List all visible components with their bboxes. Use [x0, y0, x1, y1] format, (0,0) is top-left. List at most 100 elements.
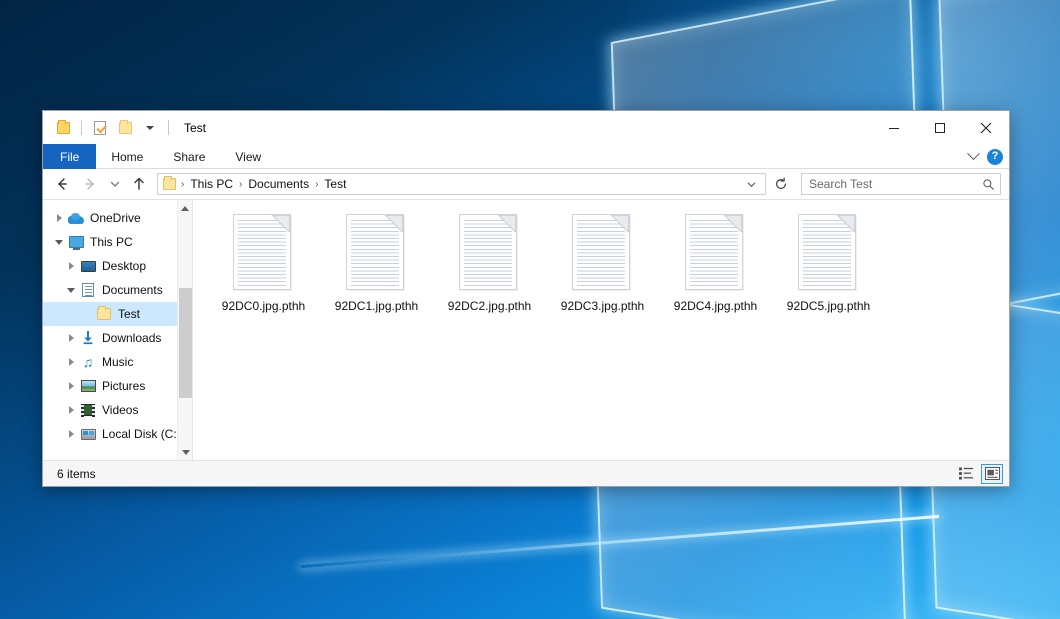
status-bar: 6 items [43, 460, 1009, 486]
tab-view[interactable]: View [220, 144, 276, 169]
maximize-button[interactable] [917, 111, 963, 144]
scroll-up-icon[interactable] [178, 200, 192, 216]
qa-properties-icon[interactable] [90, 118, 110, 138]
details-view-button[interactable] [955, 464, 977, 484]
expander-icon[interactable] [63, 374, 79, 398]
address-dropdown-button[interactable] [740, 179, 763, 190]
file-item[interactable]: 92DC1.jpg.pthh [320, 208, 433, 328]
qa-new-folder-icon[interactable] [115, 118, 135, 138]
sidebar-item-label: OneDrive [90, 211, 141, 225]
file-list-pane[interactable]: 92DC0.jpg.pthh 92DC1.jpg.pthh 92DC2.jpg.… [193, 200, 1009, 460]
tab-share[interactable]: Share [158, 144, 220, 169]
file-item[interactable]: 92DC5.jpg.pthh [772, 208, 885, 328]
refresh-button[interactable] [769, 172, 793, 196]
sidebar-item-label: Documents [102, 283, 163, 297]
generic-document-icon [685, 214, 747, 292]
breadcrumb-this-pc[interactable]: This PC [187, 177, 236, 191]
file-name-label: 92DC1.jpg.pthh [335, 299, 418, 313]
breadcrumb-separator: › [178, 179, 187, 190]
chevron-down-icon [146, 126, 154, 130]
window-controls [871, 111, 1009, 144]
sidebar-item-this-pc[interactable]: This PC [43, 230, 192, 254]
item-count-text: 6 items [57, 467, 955, 481]
sidebar-item-onedrive[interactable]: OneDrive [43, 206, 192, 230]
forward-button[interactable] [77, 172, 103, 196]
sidebar-item-documents[interactable]: Documents [43, 278, 192, 302]
expander-icon[interactable] [63, 422, 79, 446]
expander-icon[interactable] [63, 326, 79, 350]
file-name-label: 92DC0.jpg.pthh [222, 299, 305, 313]
ribbon-tab-bar: File Home Share View ? [43, 144, 1009, 169]
file-explorer-window: Test File Home Share View ? [42, 110, 1010, 487]
sidebar-item-label: This PC [90, 235, 133, 249]
breadcrumb-test[interactable]: Test [321, 177, 349, 191]
desktop-background: Test File Home Share View ? [0, 0, 1060, 619]
file-item[interactable]: 92DC3.jpg.pthh [546, 208, 659, 328]
file-name-label: 92DC2.jpg.pthh [448, 299, 531, 313]
file-item[interactable]: 92DC0.jpg.pthh [207, 208, 320, 328]
tab-home[interactable]: Home [96, 144, 158, 169]
search-placeholder: Search Test [809, 177, 982, 191]
pictures-icon [79, 378, 97, 394]
close-button[interactable] [963, 111, 1009, 144]
scroll-down-icon[interactable] [178, 444, 193, 460]
up-button[interactable] [126, 172, 152, 196]
music-icon: ♫ [79, 354, 97, 370]
sidebar-item-test[interactable]: Test [43, 302, 192, 326]
generic-document-icon [233, 214, 295, 292]
folder-icon [119, 122, 132, 134]
minimize-button[interactable] [871, 111, 917, 144]
toolbar-divider [81, 120, 82, 135]
sidebar-item-music[interactable]: ♫ Music [43, 350, 192, 374]
sidebar-item-label: Music [102, 355, 133, 369]
expander-icon[interactable] [63, 350, 79, 374]
navigation-tree: OneDrive This PC Desktop [43, 200, 192, 446]
quick-access-toolbar: Test [43, 111, 206, 144]
file-item[interactable]: 92DC4.jpg.pthh [659, 208, 772, 328]
sidebar-item-downloads[interactable]: Downloads [43, 326, 192, 350]
documents-icon [79, 282, 97, 298]
search-icon [982, 178, 995, 191]
scrollbar-thumb[interactable] [179, 288, 192, 398]
recent-locations-button[interactable] [105, 172, 124, 196]
chevron-down-icon[interactable] [967, 147, 980, 160]
large-icons-view-button[interactable] [981, 464, 1003, 484]
qa-folder-icon[interactable] [53, 118, 73, 138]
desktop-icon [79, 258, 97, 274]
wallpaper-light-ray [301, 515, 939, 568]
expander-icon[interactable] [63, 278, 79, 302]
expander-icon[interactable] [51, 206, 67, 230]
sidebar-item-label: Videos [102, 403, 138, 417]
videos-icon [79, 402, 97, 418]
sidebar-item-label: Desktop [102, 259, 146, 273]
expander-icon[interactable] [63, 398, 79, 422]
sidebar-item-videos[interactable]: Videos [43, 398, 192, 422]
breadcrumb[interactable]: › This PC › Documents › Test [157, 173, 766, 195]
sidebar-item-label: Downloads [102, 331, 161, 345]
breadcrumb-documents[interactable]: Documents [245, 177, 312, 191]
file-grid: 92DC0.jpg.pthh 92DC1.jpg.pthh 92DC2.jpg.… [207, 208, 1003, 328]
expander-icon[interactable] [63, 254, 79, 278]
file-name-label: 92DC5.jpg.pthh [787, 299, 870, 313]
expander-icon[interactable] [51, 230, 67, 254]
breadcrumb-separator: › [236, 179, 245, 190]
search-input[interactable]: Search Test [801, 173, 1001, 195]
sidebar-item-desktop[interactable]: Desktop [43, 254, 192, 278]
sidebar-item-pictures[interactable]: Pictures [43, 374, 192, 398]
file-name-label: 92DC3.jpg.pthh [561, 299, 644, 313]
help-button[interactable]: ? [987, 149, 1003, 165]
sidebar-item-local-disk-c[interactable]: Local Disk (C:) [43, 422, 192, 446]
file-item[interactable]: 92DC2.jpg.pthh [433, 208, 546, 328]
breadcrumb-separator: › [312, 179, 321, 190]
back-button[interactable] [49, 172, 75, 196]
generic-document-icon [572, 214, 634, 292]
sidebar-item-label: Local Disk (C:) [102, 427, 181, 441]
folder-icon [57, 122, 70, 134]
tab-file[interactable]: File [43, 144, 96, 169]
qa-customize-icon[interactable] [140, 118, 160, 138]
large-icons-icon [985, 467, 1000, 480]
address-bar-row: › This PC › Documents › Test Search Test [43, 169, 1009, 199]
sidebar-item-label: Test [118, 307, 140, 321]
toolbar-divider [168, 120, 169, 135]
navigation-scrollbar[interactable] [177, 200, 192, 460]
